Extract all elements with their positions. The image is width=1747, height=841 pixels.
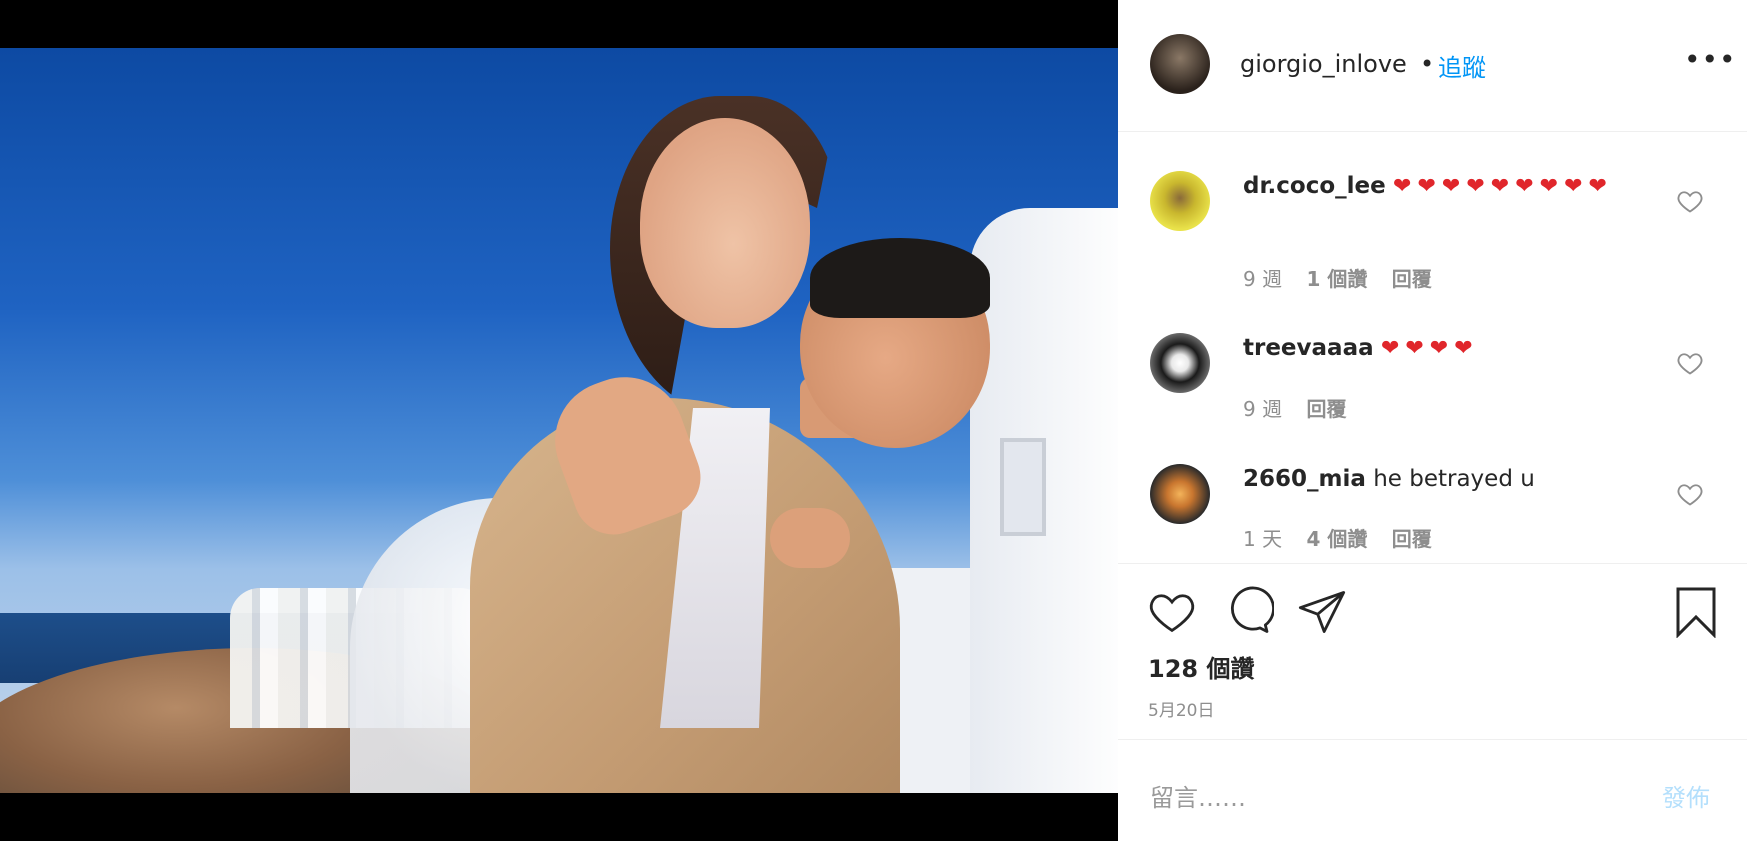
- comment-body: 2660_mia he betrayed u: [1243, 462, 1643, 496]
- comments-list[interactable]: dr.coco_lee ❤❤❤❤❤❤❤❤❤ 9 週 1 個讚 回覆 treeva…: [1118, 131, 1747, 563]
- reply-button[interactable]: 回覆: [1306, 397, 1346, 421]
- comment-body: treevaaaa ❤❤❤❤: [1243, 331, 1643, 366]
- separator-dot: •: [1420, 50, 1435, 78]
- photo-hand: [770, 508, 850, 568]
- comment-body: dr.coco_lee ❤❤❤❤❤❤❤❤❤: [1243, 169, 1643, 204]
- avatar[interactable]: [1150, 171, 1210, 231]
- post-photo[interactable]: [0, 48, 1118, 793]
- post-header: giorgio_inlove • 追蹤 •••: [1118, 0, 1747, 132]
- comment-likes[interactable]: 4 個讚: [1306, 527, 1367, 551]
- heart-icon[interactable]: [1146, 586, 1198, 638]
- avatar[interactable]: [1150, 34, 1210, 94]
- comment-meta: 1 天 4 個讚 回覆: [1243, 523, 1450, 552]
- photo-window: [1000, 438, 1046, 536]
- photo-man-hair: [810, 238, 990, 318]
- like-count[interactable]: 128 個讚: [1148, 649, 1254, 684]
- heart-icon[interactable]: [1676, 480, 1704, 508]
- heart-icon[interactable]: [1676, 187, 1704, 215]
- comment-text: he betrayed u: [1373, 466, 1535, 492]
- follow-button[interactable]: 追蹤: [1438, 48, 1486, 83]
- comment-likes[interactable]: 1 個讚: [1306, 267, 1367, 291]
- avatar[interactable]: [1150, 464, 1210, 524]
- comment-input[interactable]: 留言……: [1150, 778, 1246, 813]
- post-side-panel: giorgio_inlove • 追蹤 ••• dr.coco_lee ❤❤❤❤…: [1118, 0, 1747, 841]
- post-date[interactable]: 5月20日: [1148, 696, 1214, 721]
- heart-icon[interactable]: [1676, 349, 1704, 377]
- comment-time[interactable]: 1 天: [1243, 527, 1282, 551]
- comment-text: ❤❤❤❤: [1380, 336, 1479, 361]
- comment-username[interactable]: dr.coco_lee: [1243, 173, 1386, 199]
- share-icon[interactable]: [1296, 586, 1348, 638]
- comment-time[interactable]: 9 週: [1243, 267, 1282, 291]
- post-username[interactable]: giorgio_inlove: [1240, 50, 1407, 78]
- photo-woman-face: [640, 118, 810, 328]
- reply-button[interactable]: 回覆: [1392, 267, 1432, 291]
- comment-meta: 9 週 1 個讚 回覆: [1243, 263, 1450, 292]
- comment-meta: 9 週 回覆: [1243, 393, 1364, 422]
- avatar[interactable]: [1150, 333, 1210, 393]
- comment-username[interactable]: treevaaaa: [1243, 335, 1374, 361]
- more-options-icon[interactable]: •••: [1684, 46, 1736, 80]
- comment-time[interactable]: 9 週: [1243, 397, 1282, 421]
- post-comment-button[interactable]: 發佈: [1662, 778, 1710, 813]
- bookmark-icon[interactable]: [1672, 586, 1720, 638]
- comment-icon[interactable]: [1222, 586, 1274, 638]
- reply-button[interactable]: 回覆: [1392, 527, 1432, 551]
- post-actions: 128 個讚 5月20日: [1118, 563, 1747, 740]
- comment-text: ❤❤❤❤❤❤❤❤❤: [1393, 174, 1613, 199]
- comment-username[interactable]: 2660_mia: [1243, 466, 1366, 492]
